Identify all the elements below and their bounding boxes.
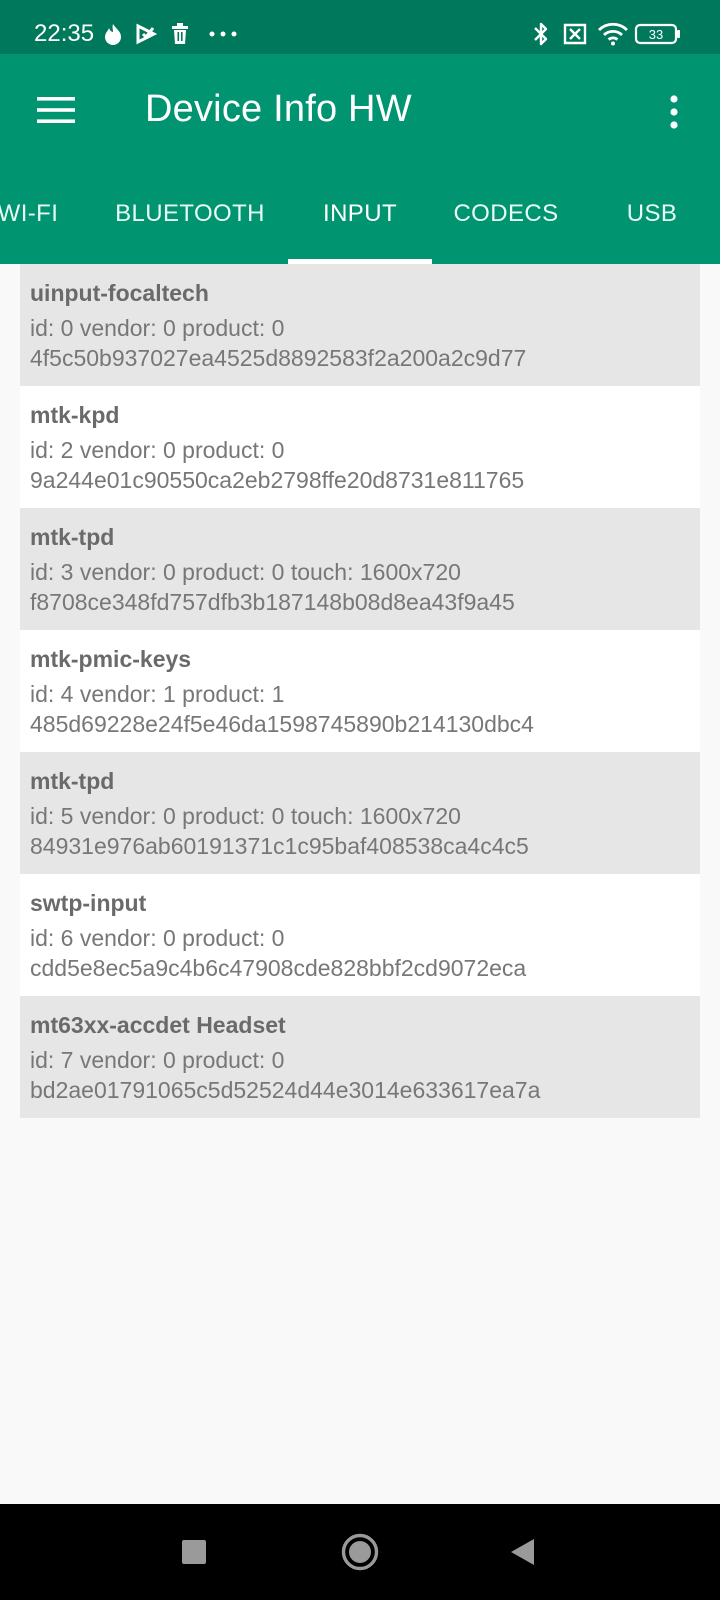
device-name: uinput-focaltech — [30, 280, 209, 306]
device-hash: 4f5c50b937027ea4525d8892583f2a200a2c9d77 — [30, 345, 527, 371]
play-check-icon — [133, 20, 159, 48]
device-name: swtp-input — [30, 890, 147, 916]
back-triangle-icon — [511, 1539, 534, 1565]
battery-icon: 33 — [634, 20, 684, 48]
tab-label: INPUT — [323, 200, 397, 227]
device-detail: id: 2 vendor: 0 product: 0 — [30, 437, 285, 463]
device-hash: bd2ae01791065c5d52524d44e3014e633617ea7a — [30, 1077, 541, 1103]
device-name: mtk-tpd — [30, 524, 115, 550]
app-bar: Device Info HW — [0, 54, 720, 164]
list-item[interactable]: swtp-input id: 6 vendor: 0 product: 0 cd… — [20, 874, 700, 996]
tab-bluetooth[interactable]: BLUETOOTH — [100, 164, 280, 264]
device-hash: 485d69228e24f5e46da1598745890b214130dbc4 — [30, 711, 534, 737]
device-hash: 9a244e01c90550ca2eb2798ffe20d8731e811765 — [30, 467, 525, 493]
device-name: mtk-kpd — [30, 402, 120, 428]
tab-label: USB — [626, 200, 678, 227]
tab-wifi[interactable]: WI-FI — [0, 164, 68, 264]
recents-button[interactable] — [170, 1528, 218, 1576]
more-dots-icon — [206, 20, 240, 48]
device-detail: id: 6 vendor: 0 product: 0 — [30, 925, 285, 951]
device-hash: 84931e976ab60191371c1c95baf408538ca4c4c5 — [30, 833, 529, 859]
device-name: mtk-pmic-keys — [30, 646, 192, 672]
device-hash: cdd5e8ec5a9c4b6c47908cde828bbf2cd9072eca — [30, 955, 527, 981]
list-item[interactable]: mt63xx-accdet Headset id: 7 vendor: 0 pr… — [20, 996, 700, 1118]
device-name: mt63xx-accdet Headset — [30, 1012, 286, 1038]
device-detail: id: 5 vendor: 0 product: 0 touch: 1600x7… — [30, 803, 461, 829]
list-item[interactable]: mtk-tpd id: 3 vendor: 0 product: 0 touch… — [20, 508, 700, 630]
overflow-menu-button[interactable] — [650, 84, 698, 140]
tab-label: CODECS — [453, 200, 559, 227]
tab-bar: WI-FI BLUETOOTH INPUT CODECS USB — [0, 164, 720, 264]
device-detail: id: 7 vendor: 0 product: 0 — [30, 1047, 285, 1073]
tab-input[interactable]: INPUT — [288, 164, 432, 264]
trash-icon — [167, 20, 193, 48]
device-hash: f8708ce348fd757dfb3b187148b08d8ea43f9a45 — [30, 589, 515, 615]
tab-usb[interactable]: USB — [592, 164, 712, 264]
back-button[interactable] — [498, 1528, 546, 1576]
bluetooth-icon — [528, 20, 554, 48]
list-item[interactable]: mtk-tpd id: 5 vendor: 0 product: 0 touch… — [20, 752, 700, 874]
menu-button[interactable] — [22, 76, 90, 144]
home-button[interactable] — [336, 1528, 384, 1576]
device-detail: id: 0 vendor: 0 product: 0 — [30, 315, 285, 341]
home-circle-icon — [341, 1533, 379, 1571]
tab-label: WI-FI — [0, 200, 59, 227]
device-detail: id: 3 vendor: 0 product: 0 touch: 1600x7… — [30, 559, 461, 585]
vertical-dots-icon — [670, 95, 678, 129]
system-nav-bar — [0, 1504, 720, 1600]
status-time: 22:35 — [34, 20, 95, 47]
device-name: mtk-tpd — [30, 768, 115, 794]
recents-square-icon — [182, 1540, 206, 1564]
status-bar: 22:35 33 — [0, 0, 720, 54]
list-item[interactable]: mtk-pmic-keys id: 4 vendor: 1 product: 1… — [20, 630, 700, 752]
battery-level: 33 — [648, 26, 664, 42]
fire-icon — [100, 20, 126, 48]
device-detail: id: 4 vendor: 1 product: 1 — [30, 681, 285, 707]
list-item[interactable]: uinput-focaltech id: 0 vendor: 0 product… — [20, 264, 700, 386]
input-device-list[interactable]: uinput-focaltech id: 0 vendor: 0 product… — [20, 264, 700, 1118]
app-title: Device Info HW — [145, 88, 412, 130]
tab-codecs[interactable]: CODECS — [440, 164, 572, 264]
tab-label: BLUETOOTH — [115, 200, 265, 227]
hamburger-menu-icon — [37, 97, 75, 123]
list-item[interactable]: mtk-kpd id: 2 vendor: 0 product: 0 9a244… — [20, 386, 700, 508]
wifi-icon — [596, 20, 630, 48]
no-sim-icon — [560, 20, 590, 48]
